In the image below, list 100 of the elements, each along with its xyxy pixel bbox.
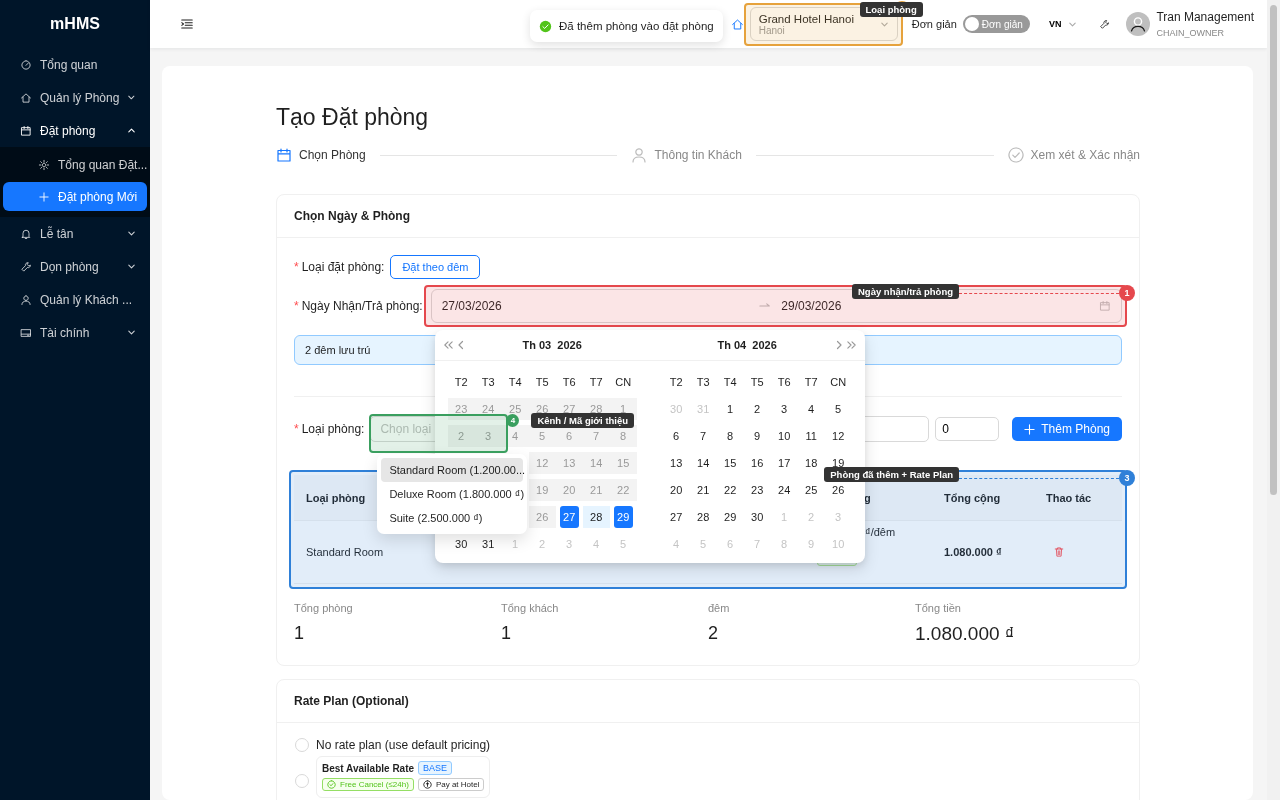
number-badge: 1 [1119,285,1135,301]
weekday-label: T3 [695,374,711,390]
sidebar-item[interactable]: Lễ tân [0,217,150,250]
weekday-label: T4 [507,374,523,390]
calendar-day[interactable]: 22 [724,483,737,496]
table-cell: 1.080.000 ₫ [932,521,1029,584]
calendar-day[interactable]: 26 [832,483,845,496]
plan-badge: BASE [418,761,453,775]
weekday-label: CN [614,374,633,390]
tooltip: Ngày nhận/trả phòng [852,284,959,299]
step: Xem xét & Xác nhận [1007,147,1140,163]
calendar-day[interactable]: 30 [455,537,468,550]
table-cell: ₫/đêm [865,526,896,538]
stat-label: Tổng phòng [294,602,354,614]
calendar-day[interactable]: 8 [727,429,734,442]
step: Thông tin Khách [631,147,742,163]
sidebar-item[interactable]: Tổng quan [0,48,150,81]
calendar-day[interactable]: 27 [670,510,683,523]
rate-plan-option[interactable]: Best Available Rate BASE Free Cancel (≤24h) Pay at Hotel [316,756,491,798]
stat-value: 2 [708,623,719,644]
sidebar-item[interactable]: Quản lý Khách ... [0,283,150,316]
calendar-day[interactable]: 24 [778,483,791,496]
required-mark: * [294,422,299,436]
calendar-day[interactable]: 21 [697,483,710,496]
stat-value: 1 [294,623,305,644]
calendar-day[interactable]: 20 [670,483,683,496]
weekday-label: T3 [480,374,496,390]
toast-message: Đã thêm phòng vào đặt phòng [559,20,714,32]
tooltip: Loại phòng [859,2,923,17]
sidebar-item[interactable]: Dọn phòng [0,250,150,283]
required-mark: * [294,299,299,313]
calendar-day[interactable]: 28 [697,510,710,523]
page-title: Tạo Đặt phòng [276,104,430,130]
weekday-label: T6 [561,374,577,390]
user-role: CHAIN_OWNER [1156,28,1225,38]
month-title[interactable]: Th 03 2026 [467,339,637,351]
calendar-day[interactable]: 17 [778,456,791,469]
sidebar-item[interactable]: Đặt phòng Mới [3,182,147,211]
sidebar-item[interactable]: Quản lý Phòng [0,81,150,114]
language-select[interactable]: VN [1048,19,1078,29]
stat-value: 1 [501,623,512,644]
stat-value: 1.080.000 ₫ [915,623,1016,645]
calendar-day[interactable]: 9 [754,429,761,442]
card-title: Rate Plan (Optional) [277,680,1139,723]
dropdown-option[interactable]: Standard Room (1.200.00... [381,458,524,482]
policy-tag: Free Cancel (≤24h) [322,778,414,791]
calendar-day[interactable]: 11 [805,429,817,442]
number-badge: 3 [1119,470,1135,486]
calendar-day[interactable]: 25 [805,483,818,496]
calendar-day[interactable]: 4 [808,402,815,415]
calendar-day[interactable]: 18 [805,456,818,469]
weekday-label: T7 [803,374,819,390]
add-room-button[interactable]: Thêm Phòng [1012,417,1122,441]
calendar-day[interactable]: 15 [724,456,737,469]
calendar-day[interactable]: 5 [835,402,842,415]
sidebar-item[interactable]: Tổng quan Đặt... [0,150,150,180]
calendar-day[interactable]: 19 [832,456,845,469]
calendar-day[interactable]: 16 [751,456,764,469]
field-label: Loại phòng: [301,422,365,436]
plan-name: Best Available Rate [322,762,415,774]
sidebar-item[interactable]: Tài chính [0,316,150,349]
calendar-day[interactable]: 12 [832,429,845,442]
weekday-label: T5 [534,374,550,390]
calendar-day[interactable]: 30 [751,510,764,523]
stat-label: Tổng khách [501,602,560,614]
calendar-day[interactable]: 13 [670,456,683,469]
weekday-label: T2 [668,374,684,390]
weekday-label: T4 [722,374,738,390]
sidebar-item[interactable]: Đặt phòng [0,114,150,147]
card-title: Chọn Ngày & Phòng [277,195,1139,238]
field-label: Ngày Nhận/Trả phòng: [301,299,423,313]
month-title[interactable]: Th 04 2026 [662,339,832,351]
calendar-day[interactable]: 10 [778,429,791,442]
calendar-day[interactable]: 29 [724,510,737,523]
option-label: No rate plan (use default pricing) [316,738,491,752]
calendar-day[interactable]: 14 [697,456,710,469]
mode-label: Đơn giản [911,18,957,30]
policy-tag: Pay at Hotel [417,778,485,791]
step: Chọn Phòng [276,147,366,163]
dropdown-option[interactable]: Deluxe Room (1.800.000 ₫) [381,482,524,506]
user-name: Tran Management [1156,10,1254,24]
tooltip: Kênh / Mã giới thiệu [531,413,635,428]
column-header: Thao tác [1029,475,1122,521]
calendar-day[interactable]: 23 [751,483,764,496]
required-mark: * [294,260,299,274]
weekday-label: T5 [749,374,765,390]
calendar-day[interactable]: 31 [482,537,495,550]
calendar-day[interactable]: 6 [673,429,680,442]
stat-label: đêm [708,602,731,614]
field-label: Loại đặt phòng: [301,260,385,274]
quantity-field[interactable]: 0 [935,417,1000,441]
weekday-label: T7 [588,374,604,390]
booking-type-button[interactable]: Đặt theo đêm [390,255,481,279]
calendar-day[interactable]: 7 [700,429,707,442]
calendar-day[interactable]: 1 [727,402,734,415]
weekday-label: T6 [776,374,792,390]
weekday-label: CN [829,374,848,390]
weekday-label: T2 [453,374,469,390]
calendar-day[interactable]: 2 [754,402,761,415]
calendar-day[interactable]: 3 [781,402,788,415]
